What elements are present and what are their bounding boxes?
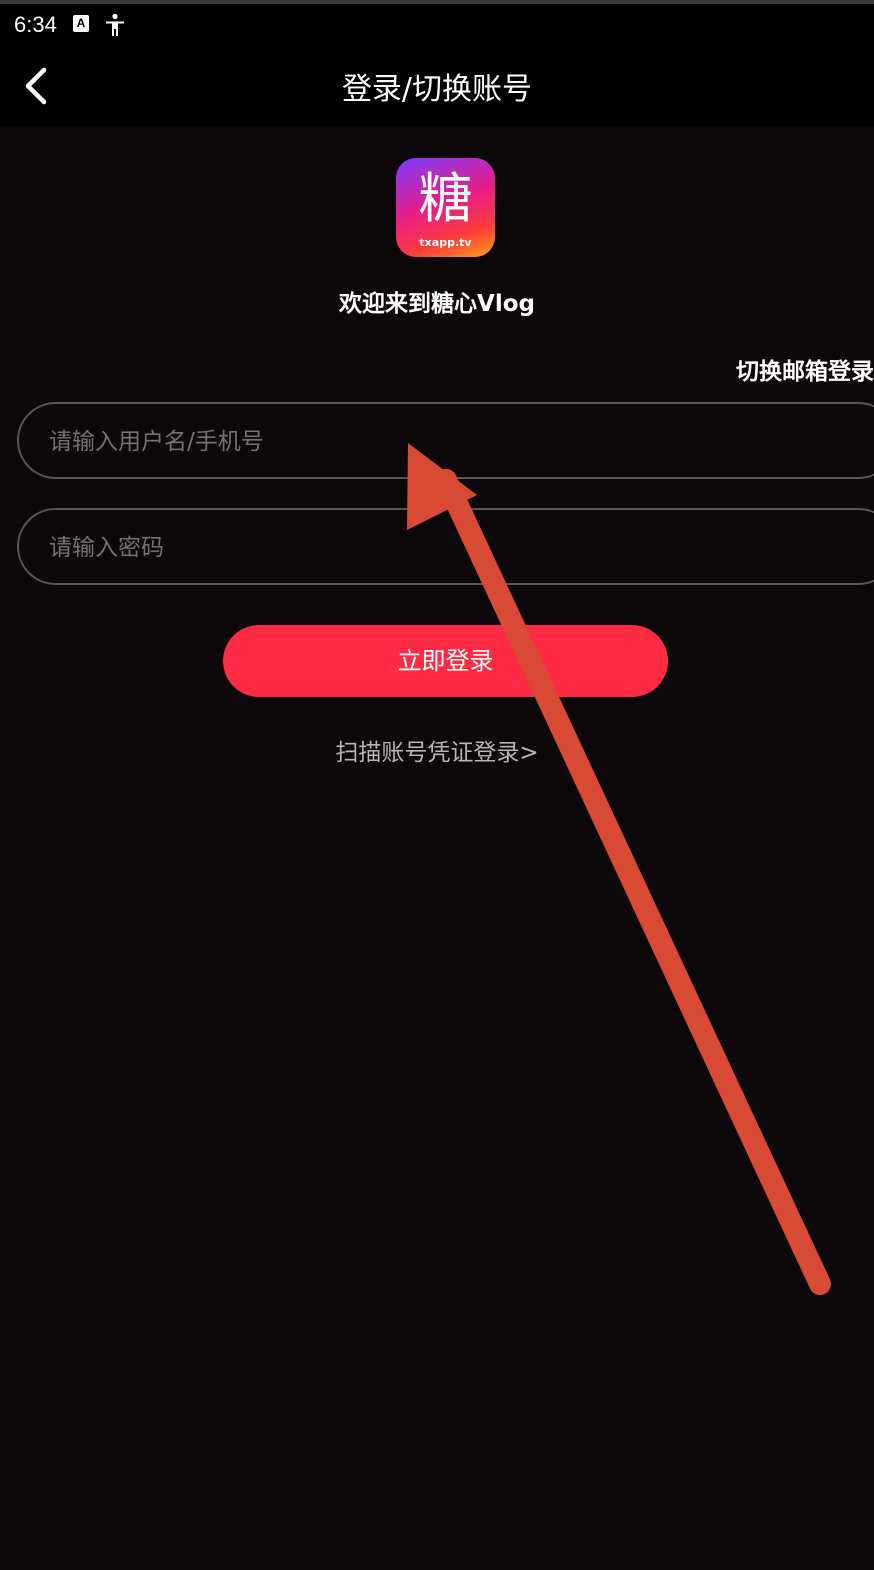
scan-credential-login-link[interactable]: 扫描账号凭证登录> [0,733,874,767]
app-logo: 糖 txapp.tv [396,158,495,257]
status-bar: 6:34 A [0,0,874,46]
status-time: 6:34 [14,12,57,37]
login-screen: 6:34 A 登录/切换账号 糖 txapp.tv 欢迎来到糖心Vlog 切换邮… [0,0,874,1570]
password-field [17,508,874,585]
username-input[interactable] [47,404,831,479]
switch-email-login-link[interactable]: 切换邮箱登录 [736,352,874,386]
nav-bar: 登录/切换账号 [0,46,874,126]
password-input[interactable] [47,510,831,585]
logo-character: 糖 [418,167,473,230]
login-button[interactable]: 立即登录 [223,625,668,697]
welcome-text: 欢迎来到糖心Vlog [339,291,535,317]
logo-domain: txapp.tv [419,236,472,249]
annotation-arrow-shaft [435,469,831,1295]
a-box-icon: A [73,15,89,32]
accessibility-icon [106,13,124,36]
page-title: 登录/切换账号 [341,72,533,107]
username-field [17,402,874,479]
